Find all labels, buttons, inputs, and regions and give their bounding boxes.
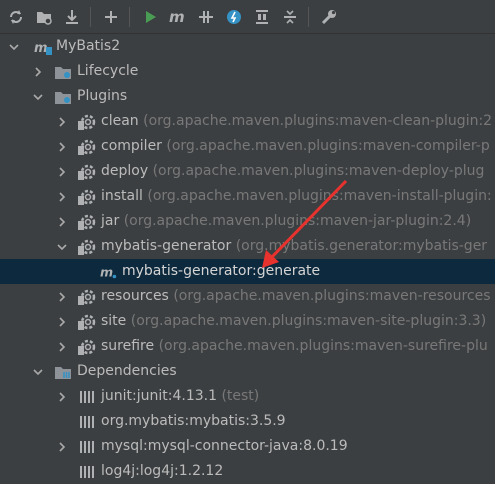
- folder-gear-icon: [55, 92, 71, 104]
- goal-label: mybatis-generator:generate: [122, 263, 321, 279]
- maven-goal-icon: m: [100, 265, 117, 280]
- toolbar-divider: [308, 6, 309, 27]
- maven-project-tree: m MyBatis2 Lifecycle Plugins clean (org.…: [0, 34, 495, 484]
- chevron-right-icon[interactable]: [56, 166, 68, 178]
- plugin-coordinates: (org.mybatis.generator:mybatis-ger: [235, 238, 488, 254]
- dependency-item[interactable]: org.mybatis:mybatis:3.5.9: [0, 409, 495, 434]
- dependency-item[interactable]: junit:junit:4.13.1 (test): [0, 384, 495, 409]
- chevron-down-icon[interactable]: [32, 91, 44, 103]
- tree-item-project[interactable]: m MyBatis2: [0, 34, 495, 59]
- maven-project-icon: m: [34, 41, 52, 56]
- dependency-name: mysql:mysql-connector-java:8.0.19: [101, 438, 348, 454]
- library-icon: [80, 466, 94, 478]
- plugin-gear-icon: [78, 189, 96, 205]
- maven-toolbar: m: [0, 0, 495, 34]
- plugin-item[interactable]: mybatis-generator (org.mybatis.generator…: [0, 234, 495, 259]
- project-name: MyBatis2: [56, 38, 121, 54]
- plugin-gear-icon: [78, 339, 96, 355]
- chevron-right-icon[interactable]: [56, 191, 68, 203]
- plugin-item[interactable]: install (org.apache.maven.plugins:maven-…: [0, 184, 495, 209]
- settings-icon[interactable]: [317, 5, 341, 29]
- svg-text:m: m: [169, 8, 185, 26]
- plugin-coordinates: (org.apache.maven.plugins:maven-install-…: [147, 188, 492, 204]
- plugin-gear-icon: [78, 214, 96, 230]
- plugin-item[interactable]: jar (org.apache.maven.plugins:maven-jar-…: [0, 209, 495, 234]
- chevron-down-icon[interactable]: [32, 366, 44, 378]
- dependency-name: log4j:log4j:1.2.12: [101, 463, 224, 479]
- dependencies-label: Dependencies: [77, 363, 177, 379]
- plugin-name: install: [101, 188, 143, 204]
- plugin-item[interactable]: clean (org.apache.maven.plugins:maven-cl…: [0, 109, 495, 134]
- svg-text:m: m: [100, 265, 113, 280]
- plugin-item[interactable]: surefire (org.apache.maven.plugins:maven…: [0, 334, 495, 359]
- plugin-name: clean: [101, 113, 139, 129]
- lifecycle-label: Lifecycle: [77, 63, 139, 79]
- chevron-right-icon[interactable]: [56, 391, 68, 403]
- plugin-name: surefire: [101, 338, 155, 354]
- plugin-name: deploy: [101, 163, 149, 179]
- svg-text:m: m: [34, 41, 48, 56]
- chevron-down-icon[interactable]: [8, 41, 20, 53]
- folder-library-icon: [55, 367, 71, 379]
- dependency-scope: (test): [221, 388, 260, 404]
- plugin-name: resources: [101, 288, 169, 304]
- chevron-right-icon[interactable]: [56, 141, 68, 153]
- chevron-right-icon[interactable]: [56, 441, 68, 453]
- chevron-down-icon[interactable]: [56, 241, 68, 253]
- chevron-right-icon[interactable]: [56, 341, 68, 353]
- thread-icon[interactable]: [222, 5, 246, 29]
- chevron-right-icon[interactable]: [32, 66, 44, 78]
- plugin-name: site: [101, 313, 127, 329]
- plugin-gear-icon: [78, 164, 96, 180]
- plugin-gear-icon: [78, 289, 96, 305]
- library-icon: [80, 441, 94, 453]
- add-folder-icon[interactable]: [32, 5, 56, 29]
- chevron-right-icon[interactable]: [56, 116, 68, 128]
- plugin-name: jar: [101, 213, 120, 229]
- plugins-label: Plugins: [77, 88, 128, 104]
- plugin-item[interactable]: deploy (org.apache.maven.plugins:maven-d…: [0, 159, 495, 184]
- plugin-gear-icon: [78, 314, 96, 330]
- dependency-item[interactable]: log4j:log4j:1.2.12: [0, 459, 495, 484]
- goal-item-selected[interactable]: m mybatis-generator:generate: [0, 259, 495, 284]
- tree-item-lifecycle[interactable]: Lifecycle: [0, 59, 495, 84]
- plugin-item[interactable]: site (org.apache.maven.plugins:maven-sit…: [0, 309, 495, 334]
- folder-gear-icon: [55, 67, 71, 79]
- plugin-gear-icon: [78, 114, 96, 130]
- plugin-name: mybatis-generator: [101, 238, 232, 254]
- plugin-coordinates: (org.apache.maven.plugins:maven-jar-plug…: [123, 213, 472, 229]
- plugin-coordinates: (org.apache.maven.plugins:maven-resource…: [173, 288, 491, 304]
- tree-item-dependencies[interactable]: Dependencies: [0, 359, 495, 384]
- plugin-coordinates: (org.apache.maven.plugins:maven-surefire…: [158, 338, 488, 354]
- dependency-name: org.mybatis:mybatis:3.5.9: [101, 413, 286, 429]
- library-icon: [80, 391, 94, 403]
- dependency-item[interactable]: mysql:mysql-connector-java:8.0.19: [0, 434, 495, 459]
- chevron-right-icon[interactable]: [56, 291, 68, 303]
- chevron-right-icon[interactable]: [56, 216, 68, 228]
- plugin-coordinates: (org.apache.maven.plugins:maven-compiler…: [166, 138, 490, 154]
- plugin-gear-icon: [78, 139, 96, 155]
- dependency-name: junit:junit:4.13.1: [101, 388, 217, 404]
- collapse-all-icon[interactable]: [278, 5, 302, 29]
- plugin-coordinates: (org.apache.maven.plugins:maven-deploy-p…: [152, 163, 485, 179]
- reload-icon[interactable]: [4, 5, 28, 29]
- plugin-coordinates: (org.apache.maven.plugins:maven-site-plu…: [130, 313, 487, 329]
- plugin-coordinates: (org.apache.maven.plugins:maven-clean-pl…: [143, 113, 493, 129]
- plugin-name: compiler: [101, 138, 162, 154]
- show-dependencies-icon[interactable]: [250, 5, 274, 29]
- download-icon[interactable]: [60, 5, 84, 29]
- plugin-item[interactable]: compiler (org.apache.maven.plugins:maven…: [0, 134, 495, 159]
- plugin-gear-icon: [78, 239, 96, 255]
- plugin-item[interactable]: resources (org.apache.maven.plugins:mave…: [0, 284, 495, 309]
- toolbar-divider: [129, 6, 130, 27]
- library-icon: [80, 416, 94, 428]
- chevron-right-icon[interactable]: [56, 316, 68, 328]
- add-icon[interactable]: [99, 5, 123, 29]
- run-icon[interactable]: [138, 5, 162, 29]
- maven-icon[interactable]: m: [166, 5, 190, 29]
- toolbar-divider: [90, 6, 91, 27]
- toggle-offline-icon[interactable]: [194, 5, 218, 29]
- tree-item-plugins[interactable]: Plugins: [0, 84, 495, 109]
